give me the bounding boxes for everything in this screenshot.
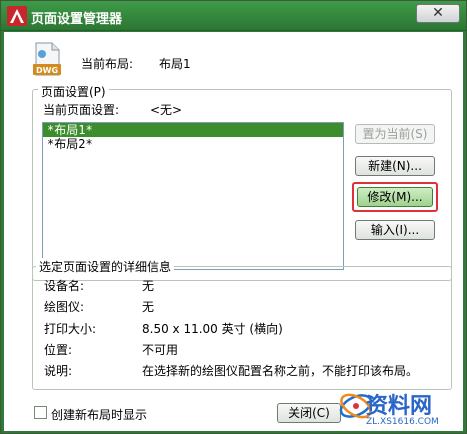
- plot-size-value: 8.50 x 11.00 英寸 (横向): [142, 322, 283, 336]
- page-setup-manager-window: 页面设置管理器 ✕ DWG 当前布局: 布局1 页面设置(P) 当前页面设置: …: [0, 0, 467, 434]
- close-button[interactable]: 关闭(C): [277, 403, 341, 423]
- current-layout-label: 当前布局:: [81, 57, 134, 71]
- current-layout-value: 布局1: [159, 57, 191, 71]
- page-setup-list[interactable]: *布局1* *布局2*: [42, 122, 344, 270]
- new-button[interactable]: 新建(N)...: [355, 156, 435, 176]
- window-title: 页面设置管理器: [31, 12, 123, 27]
- modify-button[interactable]: 修改(M)...: [357, 187, 433, 207]
- location-value: 不可用: [142, 343, 179, 357]
- device-name-label: 设备名:: [44, 279, 85, 293]
- current-page-setup-value: <无>: [150, 103, 183, 117]
- current-page-setup-label: 当前页面设置:: [43, 103, 120, 117]
- location-label: 位置:: [44, 343, 73, 357]
- show-on-new-layout-checkbox[interactable]: [34, 406, 47, 419]
- list-item-layout1[interactable]: *布局1*: [43, 123, 343, 137]
- show-on-new-layout-label[interactable]: 创建新布局时显示: [51, 406, 147, 423]
- plotter-value: 无: [142, 300, 155, 314]
- close-icon: ✕: [432, 5, 444, 21]
- window-close-button[interactable]: ✕: [416, 4, 460, 23]
- watermark-url: ZL.XS1616.COM: [366, 417, 439, 427]
- dwg-file-icon: DWG: [33, 42, 61, 76]
- plotter-label: 绘图仪:: [44, 300, 85, 314]
- svg-text:DWG: DWG: [36, 66, 58, 75]
- plot-size-label: 打印大小:: [44, 322, 97, 336]
- description-value: 在选择新的绘图仪配置名称之前，不能打印该布局。: [142, 364, 419, 378]
- import-button[interactable]: 输入(I)...: [355, 220, 435, 240]
- page-setups-group-label: 页面设置(P): [38, 83, 109, 100]
- list-item-layout2[interactable]: *布局2*: [43, 137, 343, 151]
- details-group-label: 选定页面设置的详细信息: [36, 258, 175, 275]
- title-bar[interactable]: 页面设置管理器 ✕: [1, 1, 466, 31]
- set-current-button[interactable]: 置为当前(S): [355, 124, 435, 144]
- device-name-value: 无: [142, 279, 155, 293]
- watermark-brand: 资料网: [366, 394, 433, 419]
- description-label: 说明:: [44, 364, 73, 378]
- autocad-app-icon: [7, 6, 27, 26]
- dialog-body: DWG 当前布局: 布局1 页面设置(P) 当前页面设置: <无> *布局1* …: [4, 32, 463, 431]
